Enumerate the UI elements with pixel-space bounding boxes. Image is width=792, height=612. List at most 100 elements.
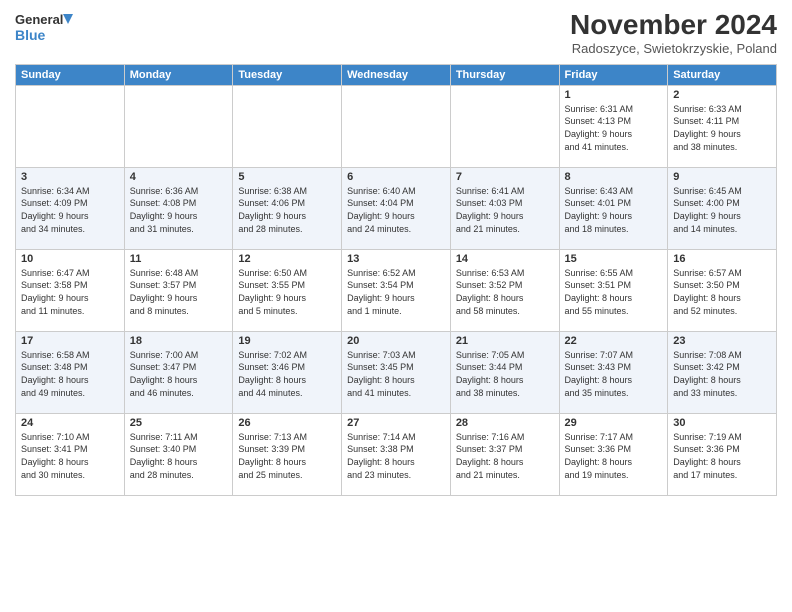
calendar-cell: 14Sunrise: 6:53 AM Sunset: 3:52 PM Dayli… bbox=[450, 249, 559, 331]
day-info: Sunrise: 6:36 AM Sunset: 4:08 PM Dayligh… bbox=[130, 185, 228, 235]
calendar-cell: 11 Sunrise: 6:48 AM Sunset: 3:57 PM Dayli… bbox=[124, 249, 233, 331]
calendar-cell bbox=[450, 85, 559, 167]
calendar-cell: 6Sunrise: 6:40 AM Sunset: 4:04 PM Daylig… bbox=[342, 167, 451, 249]
day-info: Sunrise: 6:33 AM Sunset: 4:11 PM Dayligh… bbox=[673, 103, 771, 153]
calendar-cell bbox=[233, 85, 342, 167]
weekday-header-sunday: Sunday bbox=[16, 64, 125, 85]
day-number: 25 bbox=[130, 417, 228, 429]
day-number: 17 bbox=[21, 335, 119, 347]
day-info: Sunrise: 7:16 AM Sunset: 3:37 PM Dayligh… bbox=[456, 431, 554, 481]
day-number: 3 bbox=[21, 171, 119, 183]
day-number: 30 bbox=[673, 417, 771, 429]
location-subtitle: Radoszyce, Swietokrzyskie, Poland bbox=[570, 41, 777, 56]
month-title: November 2024 bbox=[570, 10, 777, 41]
calendar-cell bbox=[124, 85, 233, 167]
day-info: Sunrise: 7:05 AM Sunset: 3:44 PM Dayligh… bbox=[456, 349, 554, 399]
day-info: Sunrise: 6:34 AM Sunset: 4:09 PM Dayligh… bbox=[21, 185, 119, 235]
calendar-cell: 13Sunrise: 6:52 AM Sunset: 3:54 PM Dayli… bbox=[342, 249, 451, 331]
calendar-cell: 24 Sunrise: 7:10 AM Sunset: 3:41 PM Dayli… bbox=[16, 413, 125, 495]
day-number: 16 bbox=[673, 253, 771, 265]
calendar-cell: 22 Sunrise: 7:07 AM Sunset: 3:43 PM Dayli… bbox=[559, 331, 668, 413]
day-info: Sunrise: 7:00 AM Sunset: 3:47 PM Dayligh… bbox=[130, 349, 228, 399]
calendar-cell: 15Sunrise: 6:55 AM Sunset: 3:51 PM Dayli… bbox=[559, 249, 668, 331]
day-info: Sunrise: 6:53 AM Sunset: 3:52 PM Dayligh… bbox=[456, 267, 554, 317]
day-number: 9 bbox=[673, 171, 771, 183]
calendar-week-3: 10 Sunrise: 6:47 AM Sunset: 3:58 PM Dayli… bbox=[16, 249, 777, 331]
day-info: Sunrise: 6:43 AM Sunset: 4:01 PM Dayligh… bbox=[565, 185, 663, 235]
svg-text:Blue: Blue bbox=[15, 27, 46, 43]
day-info: Sunrise: 7:02 AM Sunset: 3:46 PM Dayligh… bbox=[238, 349, 336, 399]
day-info: Sunrise: 6:55 AM Sunset: 3:51 PM Dayligh… bbox=[565, 267, 663, 317]
calendar-cell: 1 Sunrise: 6:31 AM Sunset: 4:13 PM Daylig… bbox=[559, 85, 668, 167]
day-number: 28 bbox=[456, 417, 554, 429]
day-number: 4 bbox=[130, 171, 228, 183]
day-number: 10 bbox=[21, 253, 119, 265]
calendar-cell: 10 Sunrise: 6:47 AM Sunset: 3:58 PM Dayli… bbox=[16, 249, 125, 331]
day-number: 22 bbox=[565, 335, 663, 347]
day-number: 8 bbox=[565, 171, 663, 183]
day-number: 7 bbox=[456, 171, 554, 183]
logo: GeneralBlue bbox=[15, 10, 75, 46]
day-number: 1 bbox=[565, 89, 663, 101]
calendar-cell: 25Sunrise: 7:11 AM Sunset: 3:40 PM Dayli… bbox=[124, 413, 233, 495]
weekday-header-wednesday: Wednesday bbox=[342, 64, 451, 85]
calendar-cell: 20 Sunrise: 7:03 AM Sunset: 3:45 PM Dayli… bbox=[342, 331, 451, 413]
day-info: Sunrise: 7:03 AM Sunset: 3:45 PM Dayligh… bbox=[347, 349, 445, 399]
day-number: 27 bbox=[347, 417, 445, 429]
weekday-header-thursday: Thursday bbox=[450, 64, 559, 85]
calendar-cell: 30 Sunrise: 7:19 AM Sunset: 3:36 PM Dayli… bbox=[668, 413, 777, 495]
svg-text:General: General bbox=[15, 12, 63, 27]
day-number: 23 bbox=[673, 335, 771, 347]
day-info: Sunrise: 7:19 AM Sunset: 3:36 PM Dayligh… bbox=[673, 431, 771, 481]
day-number: 19 bbox=[238, 335, 336, 347]
day-info: Sunrise: 6:31 AM Sunset: 4:13 PM Dayligh… bbox=[565, 103, 663, 153]
calendar-cell: 16 Sunrise: 6:57 AM Sunset: 3:50 PM Dayli… bbox=[668, 249, 777, 331]
calendar-cell: 26Sunrise: 7:13 AM Sunset: 3:39 PM Dayli… bbox=[233, 413, 342, 495]
day-info: Sunrise: 6:47 AM Sunset: 3:58 PM Dayligh… bbox=[21, 267, 119, 317]
day-info: Sunrise: 7:14 AM Sunset: 3:38 PM Dayligh… bbox=[347, 431, 445, 481]
day-info: Sunrise: 6:57 AM Sunset: 3:50 PM Dayligh… bbox=[673, 267, 771, 317]
day-info: Sunrise: 7:10 AM Sunset: 3:41 PM Dayligh… bbox=[21, 431, 119, 481]
weekday-header-friday: Friday bbox=[559, 64, 668, 85]
calendar-cell: 2 Sunrise: 6:33 AM Sunset: 4:11 PM Daylig… bbox=[668, 85, 777, 167]
day-number: 12 bbox=[238, 253, 336, 265]
calendar-cell: 8 Sunrise: 6:43 AM Sunset: 4:01 PM Daylig… bbox=[559, 167, 668, 249]
day-number: 24 bbox=[21, 417, 119, 429]
day-info: Sunrise: 6:45 AM Sunset: 4:00 PM Dayligh… bbox=[673, 185, 771, 235]
page: GeneralBlue November 2024 Radoszyce, Swi… bbox=[0, 0, 792, 612]
day-info: Sunrise: 6:41 AM Sunset: 4:03 PM Dayligh… bbox=[456, 185, 554, 235]
day-number: 18 bbox=[130, 335, 228, 347]
calendar-cell: 4 Sunrise: 6:36 AM Sunset: 4:08 PM Daylig… bbox=[124, 167, 233, 249]
header: GeneralBlue November 2024 Radoszyce, Swi… bbox=[15, 10, 777, 56]
day-info: Sunrise: 6:38 AM Sunset: 4:06 PM Dayligh… bbox=[238, 185, 336, 235]
weekday-header-tuesday: Tuesday bbox=[233, 64, 342, 85]
day-info: Sunrise: 7:13 AM Sunset: 3:39 PM Dayligh… bbox=[238, 431, 336, 481]
day-number: 29 bbox=[565, 417, 663, 429]
day-number: 21 bbox=[456, 335, 554, 347]
calendar-table: SundayMondayTuesdayWednesdayThursdayFrid… bbox=[15, 64, 777, 496]
day-info: Sunrise: 7:07 AM Sunset: 3:43 PM Dayligh… bbox=[565, 349, 663, 399]
calendar-cell: 3 Sunrise: 6:34 AM Sunset: 4:09 PM Daylig… bbox=[16, 167, 125, 249]
weekday-header-monday: Monday bbox=[124, 64, 233, 85]
day-info: Sunrise: 6:50 AM Sunset: 3:55 PM Dayligh… bbox=[238, 267, 336, 317]
day-info: Sunrise: 6:58 AM Sunset: 3:48 PM Dayligh… bbox=[21, 349, 119, 399]
day-info: Sunrise: 6:48 AM Sunset: 3:57 PM Dayligh… bbox=[130, 267, 228, 317]
calendar-cell: 7 Sunrise: 6:41 AM Sunset: 4:03 PM Daylig… bbox=[450, 167, 559, 249]
calendar-cell: 21 Sunrise: 7:05 AM Sunset: 3:44 PM Dayli… bbox=[450, 331, 559, 413]
logo-icon: GeneralBlue bbox=[15, 10, 75, 46]
calendar-cell: 17 Sunrise: 6:58 AM Sunset: 3:48 PM Dayli… bbox=[16, 331, 125, 413]
calendar-cell: 27 Sunrise: 7:14 AM Sunset: 3:38 PM Dayli… bbox=[342, 413, 451, 495]
calendar-week-1: 1 Sunrise: 6:31 AM Sunset: 4:13 PM Daylig… bbox=[16, 85, 777, 167]
day-info: Sunrise: 6:52 AM Sunset: 3:54 PM Dayligh… bbox=[347, 267, 445, 317]
day-number: 2 bbox=[673, 89, 771, 101]
calendar-cell: 19 Sunrise: 7:02 AM Sunset: 3:46 PM Dayli… bbox=[233, 331, 342, 413]
calendar-cell: 28 Sunrise: 7:16 AM Sunset: 3:37 PM Dayli… bbox=[450, 413, 559, 495]
day-info: Sunrise: 7:17 AM Sunset: 3:36 PM Dayligh… bbox=[565, 431, 663, 481]
day-number: 11 bbox=[130, 253, 228, 265]
calendar-cell: 12 Sunrise: 6:50 AM Sunset: 3:55 PM Dayli… bbox=[233, 249, 342, 331]
calendar-cell bbox=[16, 85, 125, 167]
calendar-week-2: 3 Sunrise: 6:34 AM Sunset: 4:09 PM Daylig… bbox=[16, 167, 777, 249]
calendar-week-5: 24 Sunrise: 7:10 AM Sunset: 3:41 PM Dayli… bbox=[16, 413, 777, 495]
calendar-cell: 5Sunrise: 6:38 AM Sunset: 4:06 PM Daylig… bbox=[233, 167, 342, 249]
day-number: 20 bbox=[347, 335, 445, 347]
